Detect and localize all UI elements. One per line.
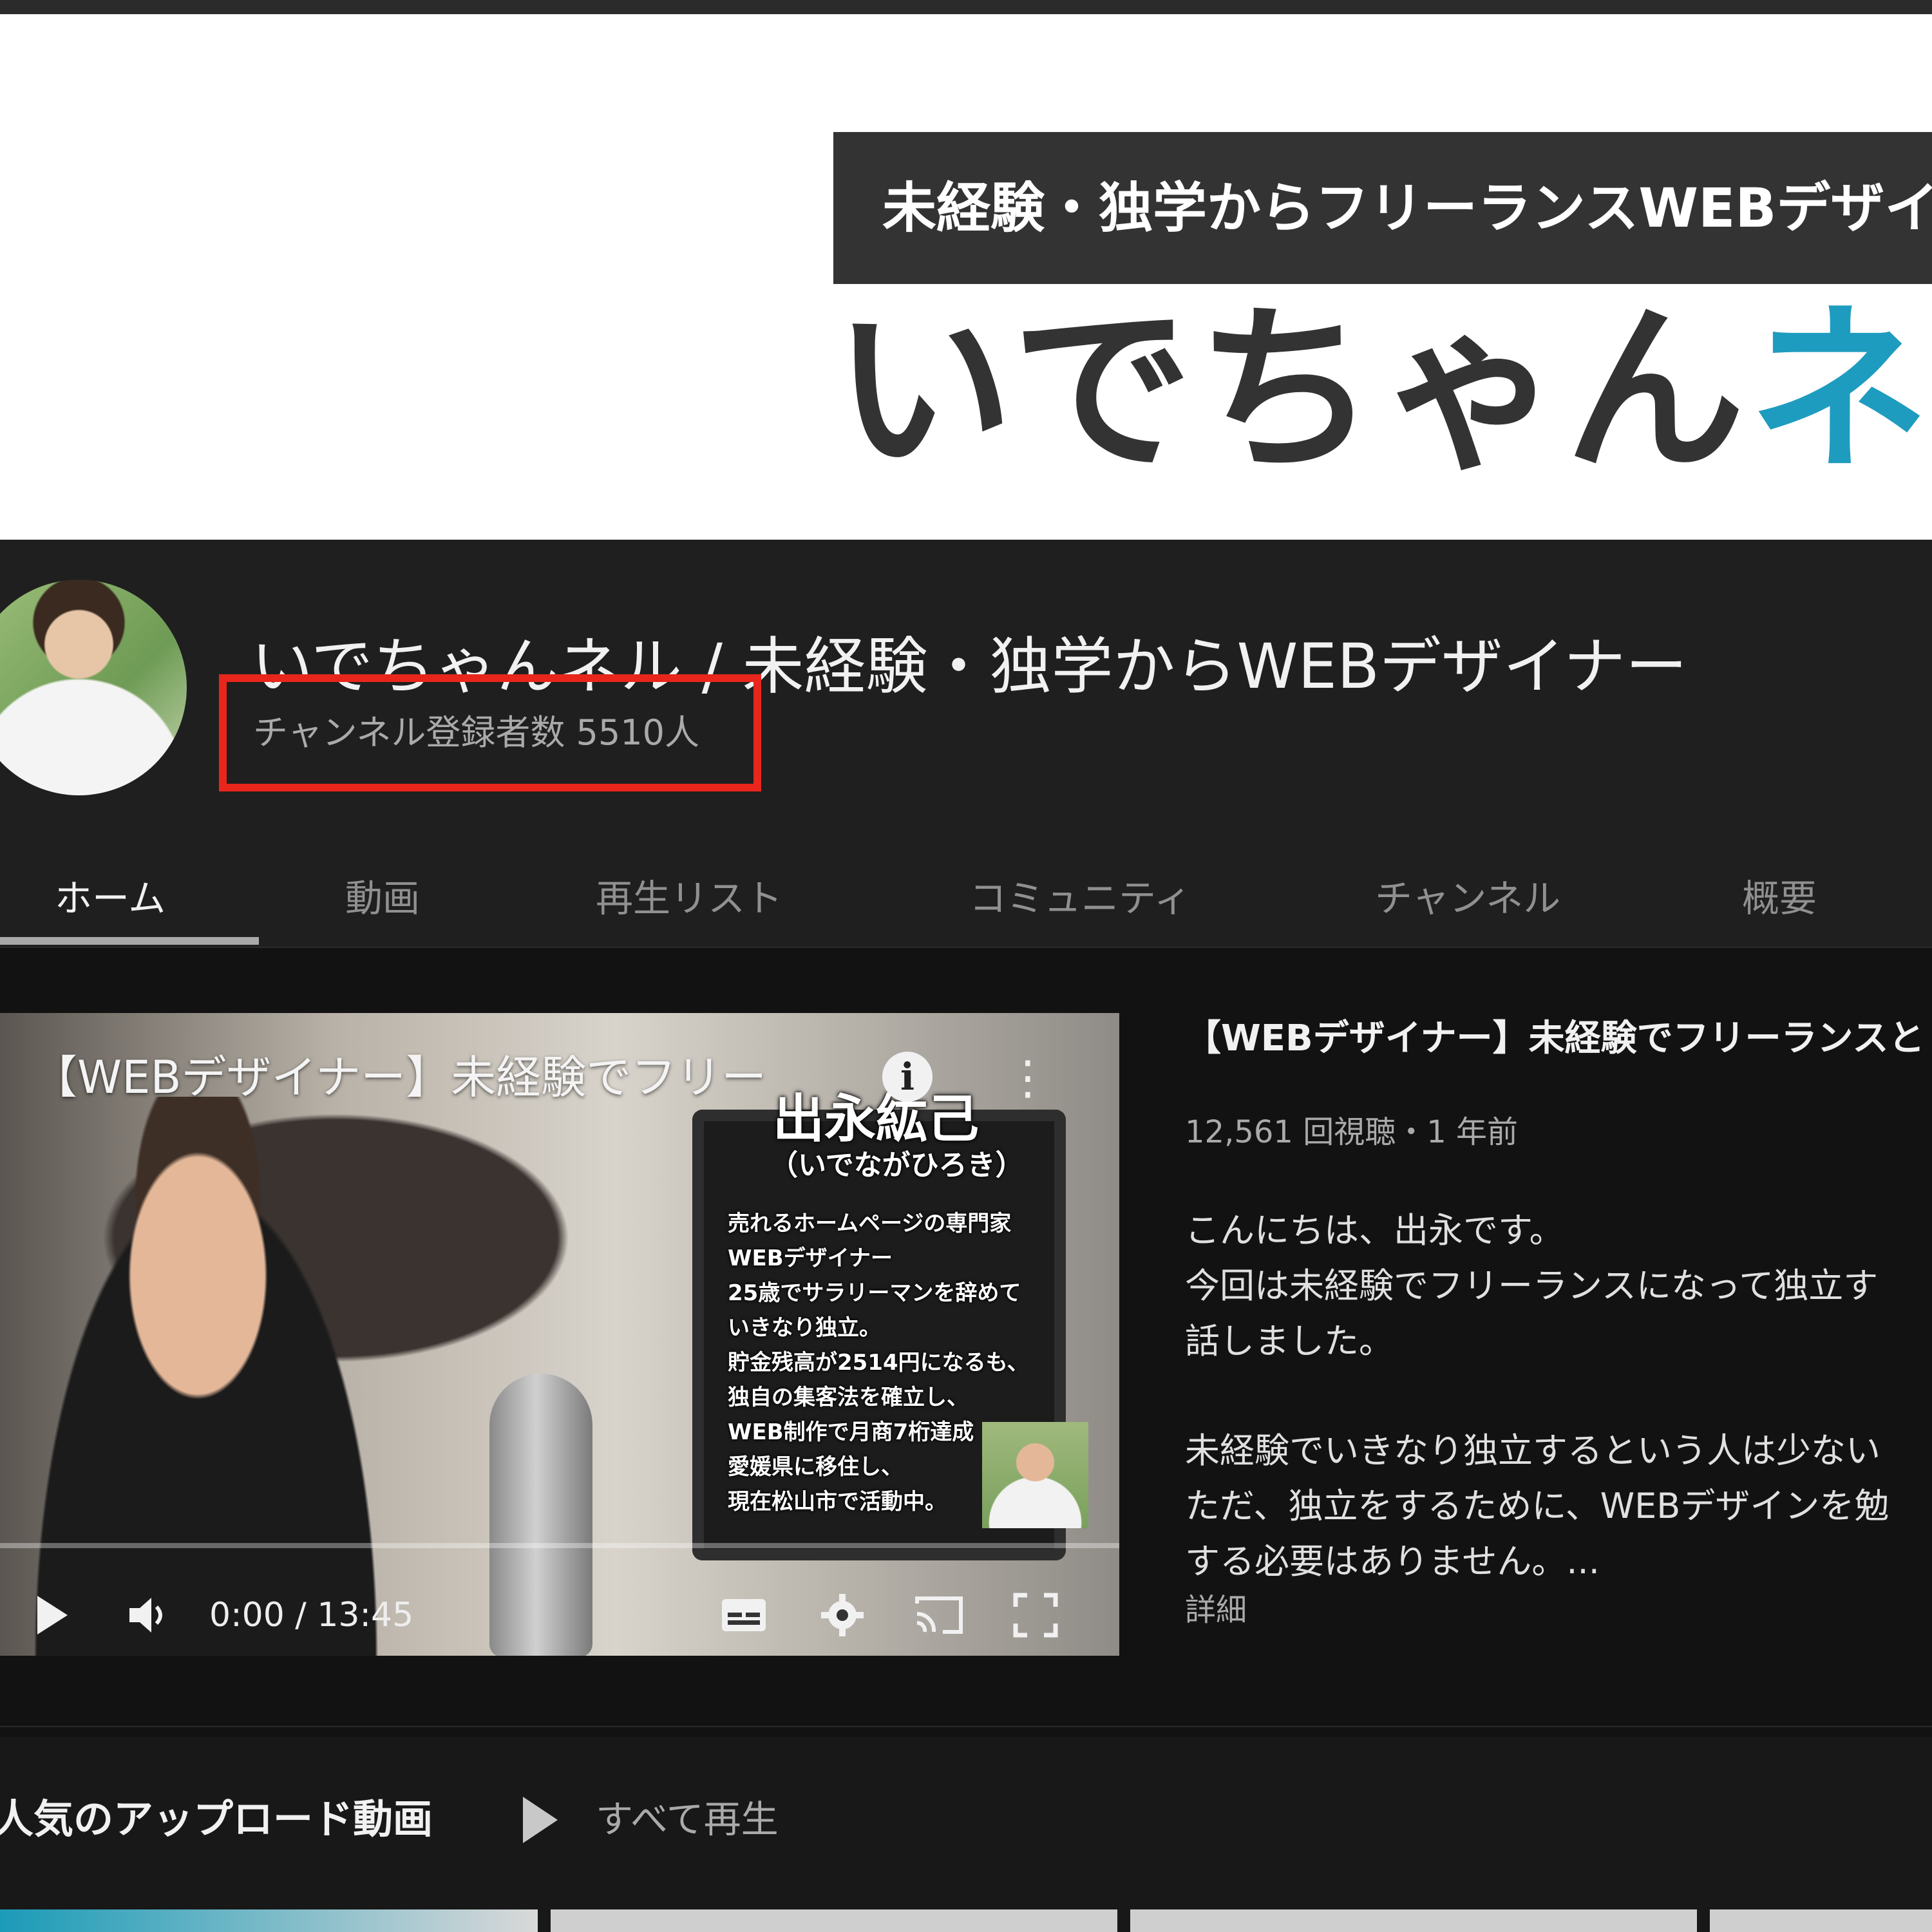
featured-video-title[interactable]: 【WEBデザイナー】未経験でフリーランスと <box>1185 1011 1932 1066</box>
banner-title-main: いでちゃん <box>833 286 1749 496</box>
player-title-overlay[interactable]: 【WEBデザイナー】未経験でフリー <box>32 1045 766 1110</box>
overlay-profile-line: 25歳でサラリーマンを辞めて <box>728 1280 1021 1306</box>
featured-video-player[interactable]: 【WEBデザイナー】未経験でフリー 出永紘己 （いでながひろき） 売れるホームペ… <box>0 1013 1119 1656</box>
overlay-profile-line: 貯金残高が2514円になるも、 <box>728 1350 1029 1376</box>
description-line: する必要はありません。... <box>1185 1541 1600 1582</box>
video-thumbnail[interactable] <box>551 1909 1117 1932</box>
fullscreen-icon[interactable] <box>1010 1580 1061 1651</box>
active-tab-indicator <box>0 937 259 945</box>
description-line: 話しました。 <box>1185 1321 1394 1361</box>
shelf-title[interactable]: 人気のアップロード動画 <box>0 1787 433 1852</box>
details-link[interactable]: 詳細 <box>1185 1584 1247 1636</box>
play-all-button[interactable]: すべて再生 <box>596 1787 779 1852</box>
captions-icon[interactable] <box>718 1580 770 1651</box>
tab-home[interactable]: ホーム <box>55 857 166 947</box>
channel-tabs: ホーム 動画 再生リスト コミュニティ チャンネル 概要 <box>0 857 1932 947</box>
tab-about[interactable]: 概要 <box>1742 857 1817 947</box>
profile-photo-inset <box>982 1422 1088 1528</box>
overlay-profile-line: 売れるホームページの専門家 <box>728 1211 1012 1236</box>
play-all-icon[interactable] <box>523 1797 558 1843</box>
description-line: こんにちは、出永です。 <box>1185 1210 1564 1251</box>
presenter-image <box>0 1097 412 1656</box>
video-meta: 12,561 回視聴・1 年前 <box>1185 1114 1519 1150</box>
settings-gear-icon[interactable] <box>817 1580 868 1651</box>
overlay-profile-line: WEBデザイナー <box>728 1245 893 1271</box>
info-icon[interactable]: i <box>882 1052 933 1102</box>
time-display: 0:00 / 13:45 <box>209 1596 414 1634</box>
play-icon[interactable] <box>23 1580 80 1651</box>
banner-title: いでちゃんネル <box>833 285 1932 497</box>
video-thumbnail[interactable] <box>0 1909 538 1932</box>
cast-icon[interactable] <box>913 1580 965 1651</box>
banner-tagline: 未経験・独学からフリーランスWEBデザイナー <box>833 132 1932 284</box>
more-vert-icon[interactable]: ⋮ <box>1005 1048 1051 1106</box>
tab-playlists[interactable]: 再生リスト <box>596 857 782 947</box>
player-controls: 0:00 / 13:45 <box>0 1580 1119 1651</box>
highlight-box <box>219 674 761 791</box>
overlay-profile-line: いきなり独立。 <box>728 1315 881 1341</box>
top-bar <box>0 0 1932 14</box>
overlay-name: 出永紘己 <box>773 1089 979 1149</box>
tab-videos[interactable]: 動画 <box>345 857 420 947</box>
banner-title-accent: ネル <box>1748 286 1932 496</box>
description-line: 未経験でいきなり独立するという人は少ない <box>1185 1430 1880 1471</box>
overlay-profile-line: 独自の集客法を確立し、 <box>728 1385 969 1410</box>
description-line: ただ、独立をするために、WEBデザインを勉 <box>1185 1486 1889 1526</box>
overlay-furigana: （いでながひろき） <box>770 1149 1024 1182</box>
video-description: こんにちは、出永です。 今回は未経験でフリーランスになって独立す 話しました。 … <box>1185 1203 1932 1589</box>
description-line: 今回は未経験でフリーランスになって独立す <box>1185 1265 1879 1306</box>
progress-bar[interactable] <box>0 1543 1119 1548</box>
video-thumbnail[interactable] <box>1710 1909 1932 1932</box>
channel-banner: 未経験・独学からフリーランスWEBデザイナー いでちゃんネル <box>0 14 1932 540</box>
video-thumbnail[interactable] <box>1130 1909 1697 1932</box>
volume-icon[interactable] <box>119 1580 177 1651</box>
tab-channels[interactable]: チャンネル <box>1375 857 1560 947</box>
tab-community[interactable]: コミュニティ <box>969 857 1191 947</box>
section-divider <box>0 1726 1932 1727</box>
